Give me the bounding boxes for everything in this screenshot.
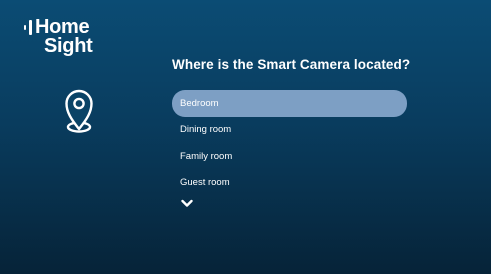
room-option-bedroom[interactable]: Bedroom [172, 90, 407, 117]
room-option-dining-room[interactable]: Dining room [172, 117, 407, 144]
logo-tick-marks [24, 19, 32, 35]
chevron-down-icon[interactable] [181, 199, 193, 208]
camera-location-question: Where is the Smart Camera located? [172, 57, 411, 72]
location-pin-icon [65, 89, 93, 133]
room-option-family-room[interactable]: Family room [172, 143, 407, 170]
logo-word-sight: Sight [44, 35, 93, 57]
room-option-guest-room[interactable]: Guest room [172, 170, 407, 197]
room-list: Bedroom Dining room Family room Guest ro… [172, 90, 407, 196]
homesight-logo: Home Sight [24, 16, 104, 60]
